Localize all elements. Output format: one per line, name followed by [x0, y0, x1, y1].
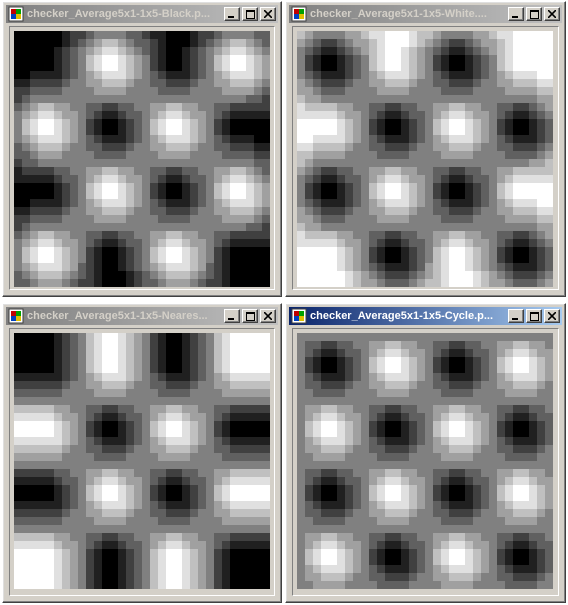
title-bar[interactable]: checker_Average5x1-1x5-White....: [289, 5, 562, 23]
close-button[interactable]: [544, 309, 560, 323]
window-title: checker_Average5x1-1x5-White....: [310, 8, 487, 20]
window-title: checker_Average5x1-1x5-Cycle.p...: [310, 310, 494, 322]
maximize-button[interactable]: [242, 309, 258, 323]
title-bar[interactable]: checker_Average5x1-1x5-Cycle.p...: [289, 307, 562, 325]
minimize-icon: [512, 312, 520, 320]
image-file-icon: [291, 308, 307, 324]
image-viewport: [9, 26, 275, 290]
close-icon: [264, 312, 272, 320]
image-window-white[interactable]: checker_Average5x1-1x5-White....: [285, 1, 566, 297]
image-viewport: [292, 26, 559, 290]
image-viewport: [292, 328, 559, 596]
maximize-icon: [245, 311, 255, 321]
close-button[interactable]: [260, 7, 276, 21]
close-icon: [548, 10, 556, 18]
maximize-icon: [529, 9, 539, 19]
minimize-icon: [228, 10, 236, 18]
checkerboard-image: [297, 31, 553, 287]
image-window-nearest[interactable]: checker_Average5x1-1x5-Neares...: [2, 303, 282, 603]
minimize-icon: [228, 312, 236, 320]
close-button[interactable]: [260, 309, 276, 323]
maximize-button[interactable]: [526, 7, 542, 21]
window-title: checker_Average5x1-1x5-Neares...: [27, 310, 208, 322]
window-title: checker_Average5x1-1x5-Black.p...: [27, 8, 211, 20]
image-viewport: [9, 328, 275, 596]
image-file-icon: [8, 308, 24, 324]
minimize-button[interactable]: [508, 309, 524, 323]
close-button[interactable]: [544, 7, 560, 21]
title-bar[interactable]: checker_Average5x1-1x5-Black.p...: [6, 5, 278, 23]
minimize-button[interactable]: [508, 7, 524, 21]
image-file-icon: [8, 6, 24, 22]
minimize-button[interactable]: [224, 309, 240, 323]
maximize-icon: [529, 311, 539, 321]
checkerboard-image: [14, 333, 270, 589]
maximize-icon: [245, 9, 255, 19]
checkerboard-image: [14, 31, 270, 287]
image-file-icon: [291, 6, 307, 22]
title-bar[interactable]: checker_Average5x1-1x5-Neares...: [6, 307, 278, 325]
close-icon: [548, 312, 556, 320]
maximize-button[interactable]: [242, 7, 258, 21]
image-window-black[interactable]: checker_Average5x1-1x5-Black.p...: [2, 1, 282, 297]
minimize-icon: [512, 10, 520, 18]
minimize-button[interactable]: [224, 7, 240, 21]
close-icon: [264, 10, 272, 18]
checkerboard-image: [297, 333, 553, 589]
image-window-cycle[interactable]: checker_Average5x1-1x5-Cycle.p...: [285, 303, 566, 603]
maximize-button[interactable]: [526, 309, 542, 323]
